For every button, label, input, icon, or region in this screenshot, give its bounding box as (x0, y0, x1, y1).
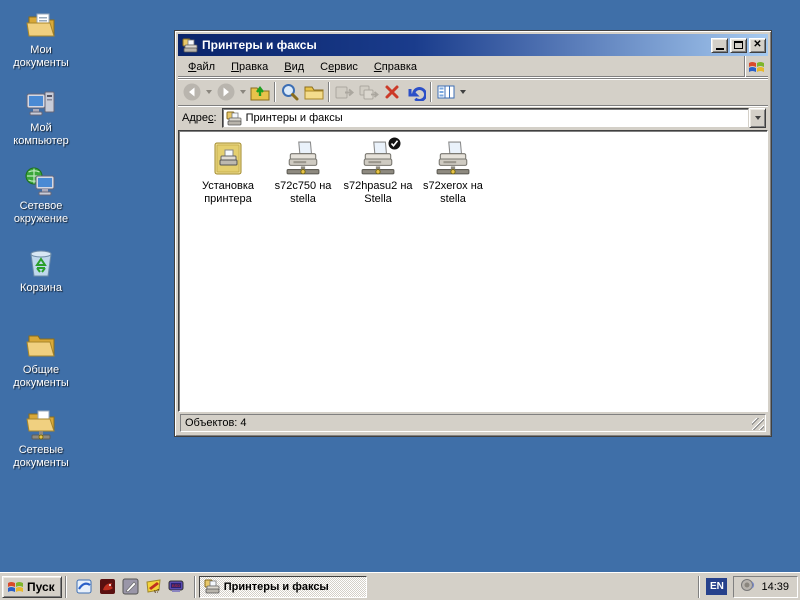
search-button[interactable] (278, 80, 302, 104)
document-pen-icon[interactable] (122, 578, 139, 595)
toolbar (178, 78, 768, 105)
network-documents-icon (24, 408, 58, 442)
svg-text:BSD: BSD (172, 583, 180, 588)
task-button-printers[interactable]: Принтеры и факсы (199, 576, 367, 598)
menu-view[interactable]: Вид (276, 58, 312, 76)
network-printer-icon (360, 168, 396, 180)
desktop-icon-label: Мой компьютер (2, 122, 80, 148)
toolbar-separator (430, 82, 432, 102)
system-tray: 14:39 (733, 576, 798, 598)
status-bar: Объектов: 4 (178, 412, 768, 433)
desktop-icon-my-computer[interactable]: Мой компьютер (2, 86, 80, 148)
shared-documents-icon (24, 328, 58, 362)
add-printer-item[interactable]: Установка принтера (191, 141, 265, 206)
desktop-icon-label: Корзина (2, 282, 80, 295)
item-label: s72xerox на stella (416, 180, 490, 206)
minimize-button[interactable] (711, 38, 728, 53)
desktop-icon-my-documents[interactable]: Мои документы (2, 8, 80, 70)
resize-grip[interactable] (752, 418, 764, 430)
window-document-icon[interactable] (76, 578, 93, 595)
network-places-icon (24, 164, 58, 198)
add-printer-icon (210, 168, 246, 180)
printer-task-icon (204, 579, 220, 594)
address-bar: Адрес: Принтеры и факсы (178, 105, 768, 130)
status-text: Объектов: 4 (185, 417, 247, 429)
printer-item-s72xerox[interactable]: s72xerox на stella (416, 141, 490, 206)
start-label: Пуск (27, 580, 55, 594)
printer-window-icon (182, 38, 198, 53)
printer-item-s72hpasu2[interactable]: s72hpasu2 на Stella (341, 141, 415, 206)
desktop-icon-label: Мои документы (2, 44, 80, 70)
network-printer-icon (435, 168, 471, 180)
up-button[interactable] (248, 80, 272, 104)
menu-edit[interactable]: Правка (223, 58, 276, 76)
maximize-button[interactable] (730, 38, 747, 53)
toolbar-separator (274, 82, 276, 102)
taskbar-separator (194, 576, 196, 598)
folder-content: Установка принтера s72c750 на stella s72… (178, 130, 768, 412)
v7-pen-icon[interactable]: v7 (145, 578, 162, 595)
recycle-bin-icon (24, 246, 58, 280)
quick-launch: v7 BSD (70, 578, 191, 595)
delete-button[interactable] (380, 80, 404, 104)
desktop-icon-label: Общие документы (2, 364, 80, 390)
item-label: s72c750 на stella (266, 180, 340, 206)
printer-address-icon (226, 111, 242, 125)
my-documents-icon (24, 8, 58, 42)
desktop-icon-label: Сетевое окружение (2, 200, 80, 226)
taskbar-separator (698, 576, 700, 598)
desktop-icon-label: Сетевые документы (2, 444, 80, 470)
menu-tools[interactable]: Сервис (312, 58, 366, 76)
menu-help[interactable]: Справка (366, 58, 425, 76)
desktop-icon-network-documents[interactable]: Сетевые документы (2, 408, 80, 470)
toolbar-separator (328, 82, 330, 102)
default-printer-check-icon (388, 137, 401, 153)
back-button[interactable] (180, 80, 204, 104)
my-computer-icon (24, 86, 58, 120)
clock: 14:39 (761, 581, 789, 593)
printer-item-s72c750[interactable]: s72c750 на stella (266, 141, 340, 206)
copy-to-button[interactable] (356, 80, 380, 104)
svg-text:v7: v7 (154, 589, 160, 595)
address-input[interactable]: Принтеры и факсы (222, 108, 749, 128)
item-label: Установка принтера (191, 180, 265, 206)
menu-file[interactable]: Файл (180, 58, 223, 76)
undo-button[interactable] (404, 80, 428, 104)
terminal-computer-icon[interactable]: BSD (168, 578, 185, 595)
desktop: { "colors": { "desktop": "#3F6FA8", "chr… (0, 0, 800, 600)
item-label: s72hpasu2 на Stella (341, 180, 415, 206)
taskbar: Пуск v7 BSD Принтеры и факсы EN 14:39 (0, 572, 800, 600)
close-button[interactable]: ✕ (749, 38, 766, 53)
desktop-icon-shared-documents[interactable]: Общие документы (2, 328, 80, 390)
folders-button[interactable] (302, 80, 326, 104)
move-to-button[interactable] (332, 80, 356, 104)
network-printer-icon (285, 168, 321, 180)
title-bar[interactable]: Принтеры и факсы ✕ (178, 34, 768, 56)
address-value: Принтеры и факсы (246, 112, 343, 124)
forward-button[interactable] (214, 80, 238, 104)
desktop-icon-recycle-bin[interactable]: Корзина (2, 246, 80, 295)
status-panel: Объектов: 4 (180, 414, 766, 432)
windows-logo-icon (744, 56, 768, 77)
menu-bar: Файл Правка Вид Сервис Справка (178, 56, 768, 78)
dragon-icon[interactable] (99, 578, 116, 595)
volume-icon[interactable] (740, 577, 756, 596)
task-button-label: Принтеры и факсы (224, 581, 329, 593)
start-button[interactable]: Пуск (2, 576, 62, 598)
forward-dropdown-icon[interactable] (240, 90, 246, 94)
windows-flag-icon (7, 579, 24, 594)
views-dropdown-icon[interactable] (460, 90, 466, 94)
printers-and-faxes-window: Принтеры и факсы ✕ Файл Правка Вид Серви… (174, 30, 772, 437)
address-dropdown-button[interactable] (749, 108, 766, 128)
desktop-icon-network-places[interactable]: Сетевое окружение (2, 164, 80, 226)
views-button[interactable] (434, 80, 458, 104)
language-indicator[interactable]: EN (706, 578, 727, 595)
window-title: Принтеры и факсы (202, 38, 709, 52)
address-label: Адрес: (182, 112, 217, 124)
back-dropdown-icon[interactable] (206, 90, 212, 94)
taskbar-separator (65, 576, 67, 598)
